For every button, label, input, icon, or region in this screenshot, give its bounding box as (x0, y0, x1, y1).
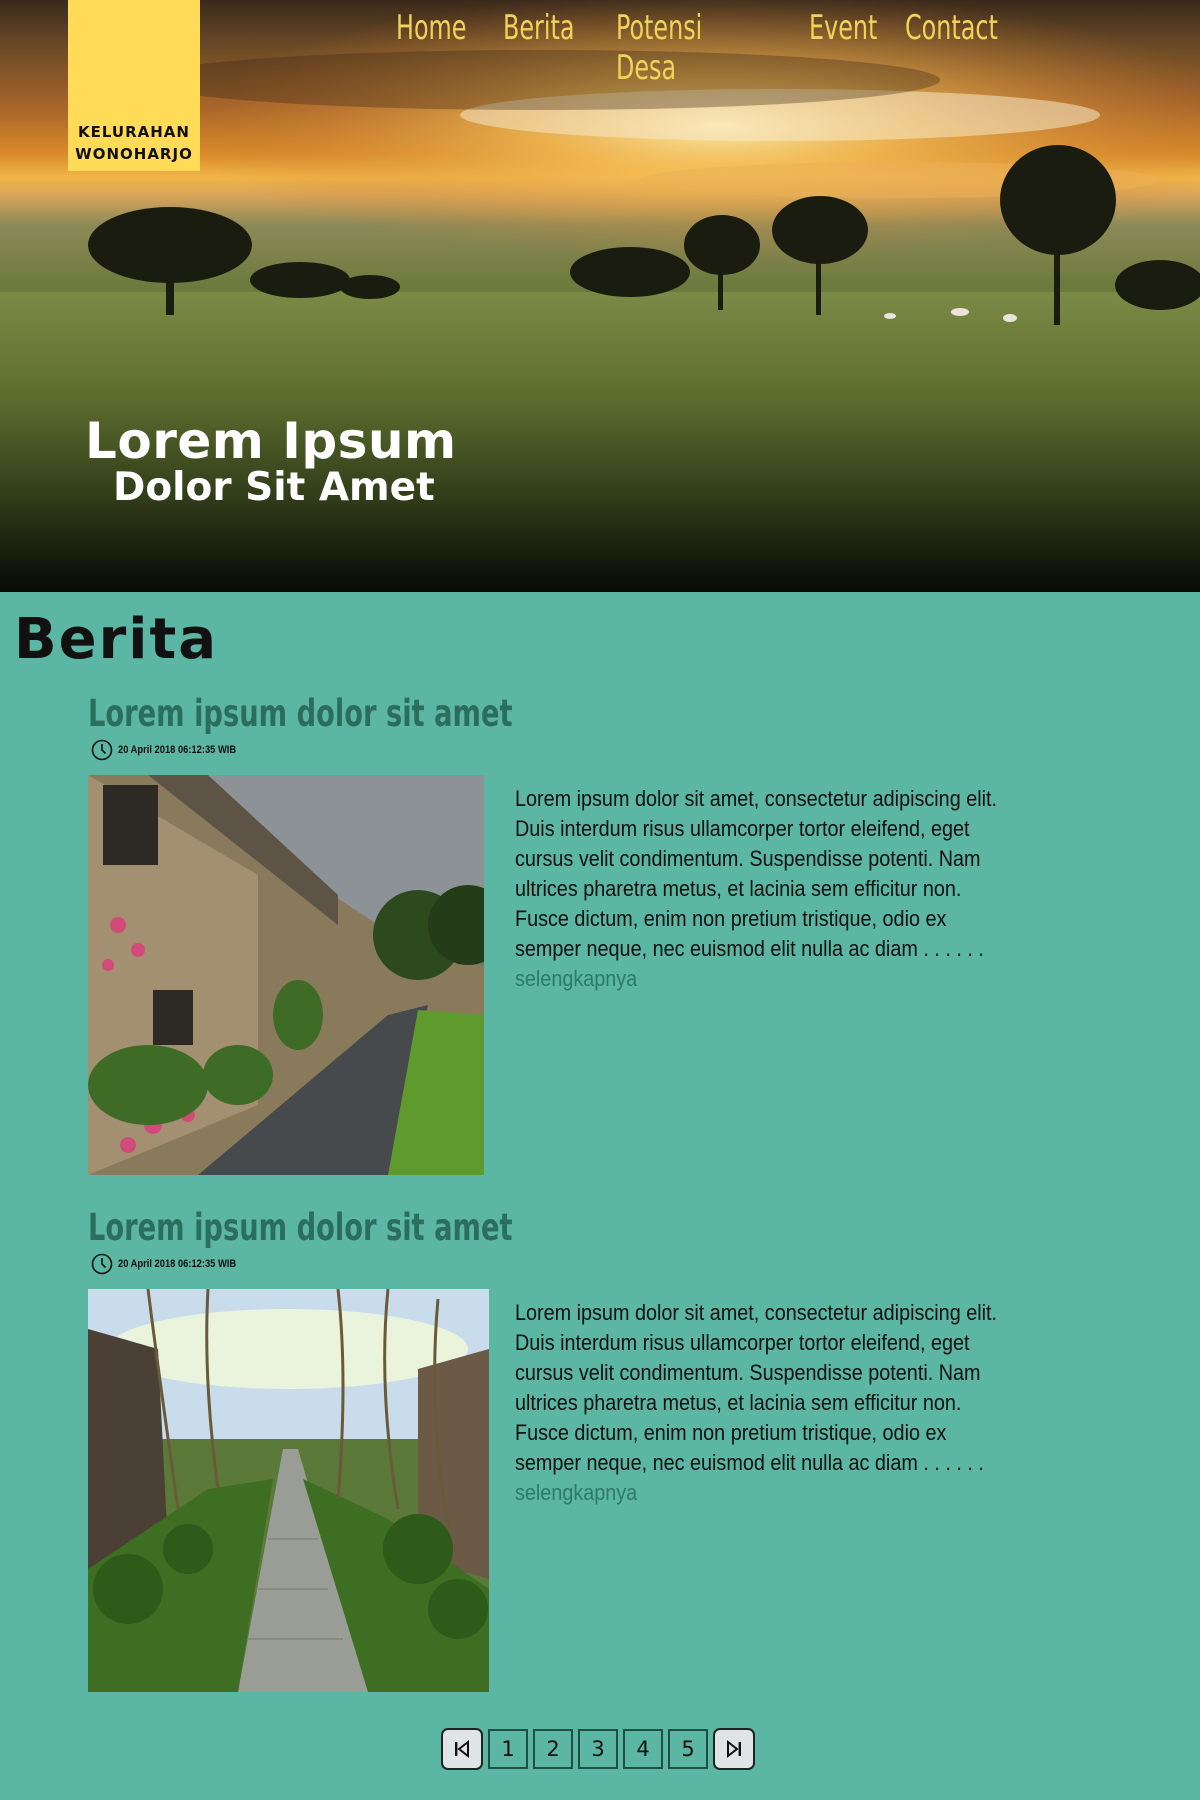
skip-to-last-icon (727, 1739, 741, 1759)
hero-title: Lorem Ipsum (85, 412, 457, 470)
page-5-button[interactable]: 5 (668, 1729, 708, 1769)
clock-icon (91, 1253, 113, 1275)
article-date: 20 April 2018 06:12:35 WIB (118, 744, 237, 756)
article-meta: 20 April 2018 06:12:35 WIB (88, 739, 1088, 761)
logo-line-2: WONOHARJO (75, 145, 193, 163)
article-title[interactable]: Lorem ipsum dolor sit amet (88, 692, 513, 735)
section-title: Berita (14, 607, 219, 672)
clock-icon (91, 739, 113, 761)
article-excerpt: Lorem ipsum dolor sit amet, consectetur … (515, 784, 1008, 994)
article-thumbnail[interactable] (88, 775, 484, 1175)
article-excerpt-text: Lorem ipsum dolor sit amet, consectetur … (515, 786, 998, 961)
news-article: Lorem ipsum dolor sit amet 20 April 2018… (88, 1206, 1088, 1692)
nav-potensi-desa[interactable]: Potensi Desa (616, 8, 702, 88)
nav-contact[interactable]: Contact (905, 8, 998, 48)
article-excerpt: Lorem ipsum dolor sit amet, consectetur … (515, 1298, 1008, 1508)
page-3-button[interactable]: 3 (578, 1729, 618, 1769)
page-2-button[interactable]: 2 (533, 1729, 573, 1769)
nav-event[interactable]: Event (809, 8, 877, 48)
page-4-button[interactable]: 4 (623, 1729, 663, 1769)
page-1-button[interactable]: 1 (488, 1729, 528, 1769)
hero-subtitle: Dolor Sit Amet (113, 465, 435, 510)
article-date: 20 April 2018 06:12:35 WIB (118, 1258, 237, 1270)
article-excerpt-text: Lorem ipsum dolor sit amet, consectetur … (515, 1300, 998, 1475)
skip-to-first-icon (455, 1739, 469, 1759)
hero-banner: KELURAHAN WONOHARJO Home Berita Potensi … (0, 0, 1200, 592)
read-more-link[interactable]: selengkapnya (515, 966, 637, 991)
article-thumbnail[interactable] (88, 1289, 489, 1692)
pagination: 1 2 3 4 5 (441, 1728, 760, 1770)
logo-line-1: KELURAHAN (78, 123, 190, 141)
news-article: Lorem ipsum dolor sit amet 20 April 2018… (88, 692, 1088, 1175)
article-title[interactable]: Lorem ipsum dolor sit amet (88, 1206, 513, 1249)
first-page-button[interactable] (441, 1728, 483, 1770)
nav-berita[interactable]: Berita (503, 8, 574, 48)
nav-home[interactable]: Home (396, 8, 466, 48)
read-more-link[interactable]: selengkapnya (515, 1480, 637, 1505)
site-logo[interactable]: KELURAHAN WONOHARJO (68, 0, 200, 171)
article-meta: 20 April 2018 06:12:35 WIB (88, 1253, 1088, 1275)
last-page-button[interactable] (713, 1728, 755, 1770)
